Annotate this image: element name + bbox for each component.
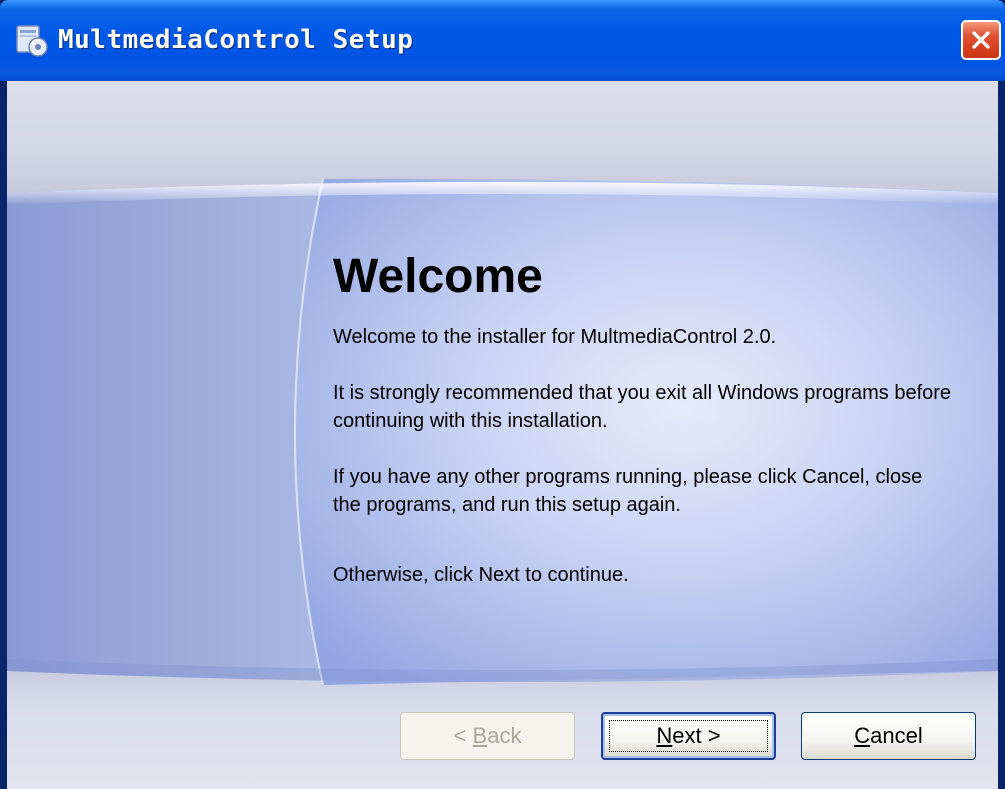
welcome-paragraph-exit-programs: It is strongly recommended that you exit… — [333, 382, 952, 432]
welcome-paragraph-intro: Welcome to the installer for MultmediaCo… — [333, 326, 777, 348]
back-button-label: ack — [487, 723, 522, 748]
cancel-button[interactable]: Cancel — [801, 712, 976, 760]
next-button[interactable]: Next > — [601, 712, 776, 760]
back-button-mnemonic: B — [472, 723, 488, 748]
window-title: MultmediaControl Setup — [58, 25, 414, 55]
welcome-heading: Welcome — [333, 250, 543, 303]
close-button[interactable] — [961, 20, 1001, 60]
back-button[interactable]: < Back — [400, 712, 575, 760]
cancel-button-label: ancel — [870, 723, 923, 748]
setup-disc-icon — [16, 25, 48, 57]
dialog-client-area: Welcome Welcome to the installer for Mul… — [7, 81, 998, 789]
title-bar[interactable]: MultmediaControl Setup — [0, 0, 1005, 81]
back-button-prefix: < — [453, 723, 473, 748]
setup-window: MultmediaControl Setup Welcome Welcome t… — [0, 0, 1005, 789]
welcome-paragraph-continue: Otherwise, click Next to continue. — [333, 564, 629, 586]
welcome-paragraph-cancel-instructions: If you have any other programs running, … — [333, 466, 923, 516]
next-button-mnemonic: N — [656, 723, 673, 748]
next-button-label: ext > — [672, 723, 721, 748]
close-x-icon — [972, 31, 990, 49]
cancel-button-mnemonic: C — [854, 723, 871, 748]
